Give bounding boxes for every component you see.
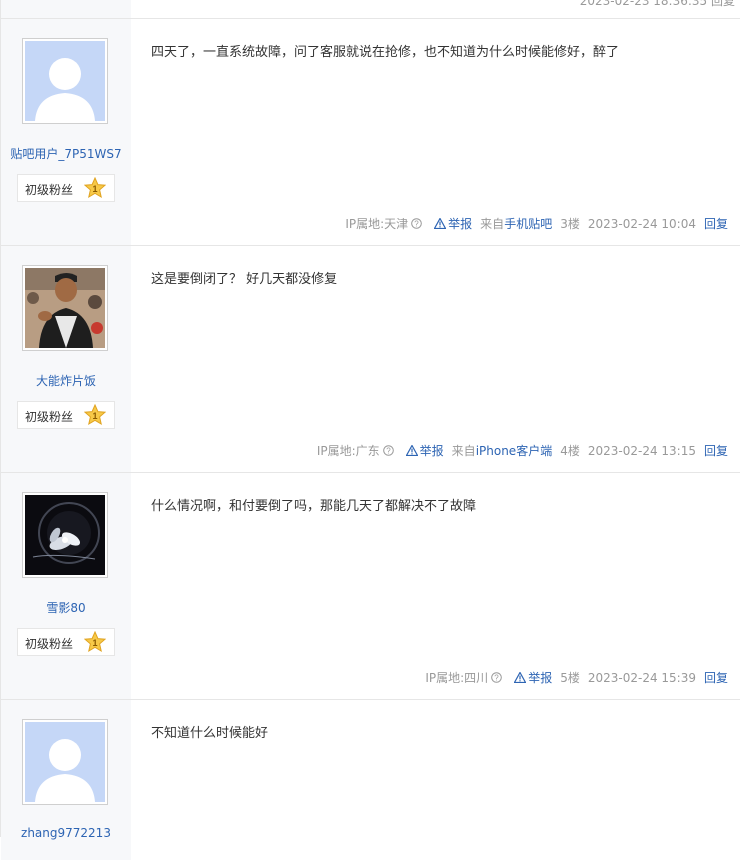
post-source: 来自手机贴吧 (480, 217, 553, 231)
floor-number: 3楼 (560, 217, 580, 231)
default-avatar-icon (25, 41, 105, 121)
ip-location: IP属地:四川 ? (425, 669, 502, 686)
post-content: 什么情况啊，和付要倒了吗，那能几天了都解决不了故障 (151, 499, 477, 514)
fan-level-badge[interactable]: 初级粉丝 1 (17, 401, 115, 429)
post-content: 不知道什么时候能好 (151, 726, 269, 741)
avatar[interactable] (22, 38, 108, 124)
question-icon[interactable]: ? (491, 672, 502, 683)
post-content: 这是要倒闭了？ 好几天都没修复 (151, 272, 338, 287)
svg-text:1: 1 (92, 411, 97, 421)
username-link[interactable]: 雪影80 (1, 599, 131, 616)
warning-icon (405, 445, 418, 456)
question-icon[interactable]: ? (411, 218, 422, 229)
level-star-icon: 1 (84, 631, 106, 653)
post-time: 2023-02-24 13:15 (587, 443, 696, 458)
username-link[interactable]: zhang9772213 (1, 826, 131, 840)
floor-number: 4楼 (560, 444, 580, 458)
author-sidebar: 雪影80 初级粉丝 1 (1, 473, 131, 699)
post-floor-5: 雪影80 初级粉丝 1 什么情况啊，和付要倒了吗，那能几天了都解决不了故障 IP… (1, 473, 740, 700)
post-tail: IP属地:四川 ? 举报 5楼 2023-02-24 15:39 回复 (425, 669, 728, 686)
previous-post-tail: 2023-02-23 18:36:35 回复 (1, 0, 740, 19)
svg-text:?: ? (414, 220, 419, 229)
svg-text:?: ? (494, 674, 499, 683)
fan-level-badge[interactable]: 初级粉丝 1 (17, 174, 115, 202)
warning-icon (514, 672, 527, 683)
report-link[interactable]: 举报 (434, 215, 472, 232)
post-content: 四天了，一直系统故障，问了客服就说在抢修，也不知道为什么时候能修好，醉了 (151, 45, 620, 60)
avatar[interactable] (22, 719, 108, 805)
floor-number: 5楼 (560, 671, 580, 685)
reply-button[interactable]: 回复 (704, 442, 728, 459)
previous-post-meta: 2023-02-23 18:36:35 回复 (579, 0, 735, 8)
fan-level-badge[interactable]: 初级粉丝 1 (17, 628, 115, 656)
post-source: 来自iPhone客户端 (451, 444, 553, 458)
username-link[interactable]: 大能炸片饭 (1, 372, 131, 389)
author-sidebar: 贴吧用户_7P51WS7 初级粉丝 1 (1, 19, 131, 245)
svg-text:1: 1 (92, 184, 97, 194)
question-icon[interactable]: ? (382, 445, 394, 456)
avatar[interactable] (22, 492, 108, 578)
author-sidebar: zhang9772213 (1, 700, 131, 860)
svg-text:?: ? (386, 447, 391, 456)
source-link[interactable]: 手机贴吧 (504, 217, 552, 231)
post-tail: IP属地:天津 ? 举报 来自手机贴吧 3楼 2023-02-24 10:04 … (345, 215, 728, 232)
badge-label: 初级粉丝 (25, 410, 74, 424)
reply-button[interactable]: 回复 (704, 669, 728, 686)
ip-location: IP属地:广东 ? (317, 442, 394, 459)
post-floor-3: 贴吧用户_7P51WS7 初级粉丝 1 四天了，一直系统故障，问了客服就说在抢修… (1, 19, 740, 246)
report-link[interactable]: 举报 (405, 442, 444, 459)
author-sidebar: 大能炸片饭 初级粉丝 1 (1, 246, 131, 472)
default-avatar-icon (25, 722, 105, 802)
username-link[interactable]: 贴吧用户_7P51WS7 (1, 145, 131, 162)
source-link[interactable]: iPhone客户端 (476, 444, 553, 458)
post-floor-6: zhang9772213 不知道什么时候能好 (1, 700, 740, 860)
photo-avatar-image (25, 268, 105, 348)
warning-icon (434, 218, 447, 229)
ip-location: IP属地:天津 ? (345, 215, 422, 232)
report-link[interactable]: 举报 (514, 669, 552, 686)
post-tail: IP属地:广东 ? 举报 来自iPhone客户端 4楼 2023-02-24 1… (317, 442, 728, 459)
level-star-icon: 1 (84, 404, 106, 426)
post-floor-4: 大能炸片饭 初级粉丝 1 这是要倒闭了？ 好几天都没修复 IP属地:广东 ? 举… (1, 246, 740, 473)
badge-label: 初级粉丝 (25, 637, 74, 651)
post-time: 2023-02-24 10:04 (587, 216, 696, 231)
badge-label: 初级粉丝 (25, 183, 74, 197)
dark-flower-avatar-image (25, 495, 105, 575)
avatar[interactable] (22, 265, 108, 351)
reply-button[interactable]: 回复 (704, 215, 728, 232)
level-star-icon: 1 (84, 177, 106, 199)
thread-list: 2023-02-23 18:36:35 回复 贴吧用户_7P51WS7 初级粉丝 (0, 0, 740, 860)
svg-text:1: 1 (92, 638, 97, 648)
post-time: 2023-02-24 15:39 (587, 670, 696, 685)
